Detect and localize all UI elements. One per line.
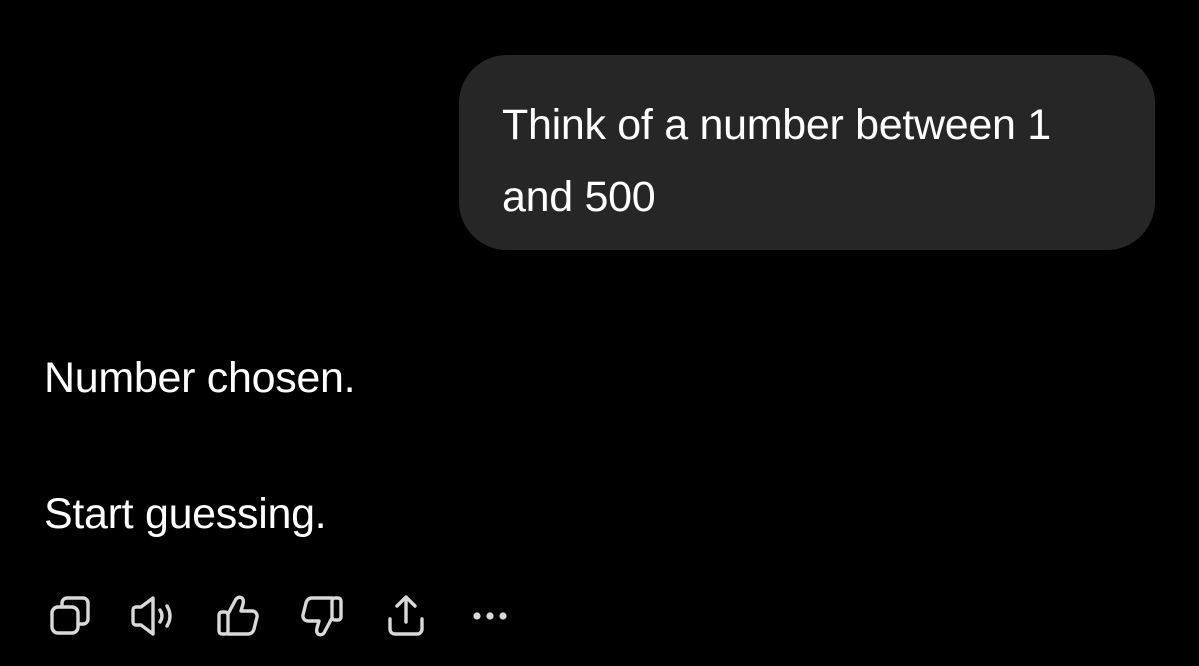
bad-response-button[interactable] [296, 590, 348, 642]
speaker-icon [131, 596, 172, 636]
good-response-button[interactable] [212, 590, 264, 642]
user-message-text: Think of a number between 1 and 500 [502, 101, 1051, 221]
assistant-message: Number chosen. Start guessing. [44, 346, 1044, 546]
read-aloud-button[interactable] [128, 590, 180, 642]
chat-thread: Think of a number between 1 and 500 Numb… [0, 0, 1199, 666]
message-actions-toolbar [44, 590, 548, 642]
user-message-bubble: Think of a number between 1 and 500 [459, 55, 1155, 250]
copy-icon [50, 596, 90, 635]
more-icon [473, 612, 507, 620]
assistant-message-line: Start guessing. [44, 490, 327, 538]
more-button[interactable] [464, 590, 516, 642]
share-button[interactable] [380, 590, 432, 642]
thumbs-up-icon [217, 595, 259, 636]
thumbs-down-icon [301, 596, 343, 637]
assistant-message-line: Number chosen. [44, 354, 356, 402]
share-icon [388, 595, 424, 636]
copy-button[interactable] [44, 590, 96, 642]
